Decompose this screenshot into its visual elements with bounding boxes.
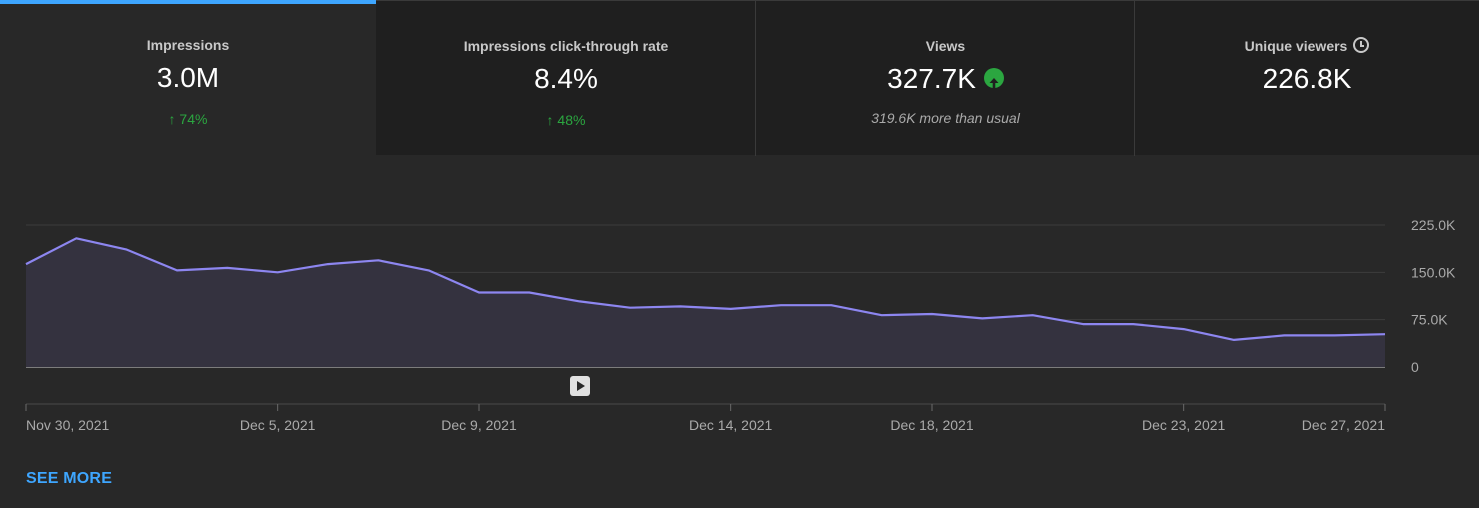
area-fill	[26, 238, 1385, 367]
data-point	[225, 266, 229, 270]
change-indicator: ↑ 48%	[546, 112, 586, 128]
data-point	[779, 303, 783, 307]
x-tick-label: Nov 30, 2021	[26, 417, 109, 433]
card-value: 8.4%	[534, 63, 598, 94]
card-label: Unique viewers	[1244, 38, 1348, 54]
data-point	[1383, 332, 1387, 336]
x-tick-label: Dec 5, 2021	[240, 417, 316, 433]
card-value: 327.7K	[887, 63, 976, 94]
data-point	[930, 312, 934, 316]
data-point	[1333, 333, 1337, 337]
play-button[interactable]	[570, 376, 590, 396]
data-point	[980, 316, 984, 320]
views-chart[interactable]: 0 75.0K 150.0K 225.0K Nov 30, 2021 Dec 5, 20…	[0, 155, 1479, 455]
x-tick-label: Dec 9, 2021	[441, 417, 517, 433]
card-label-row: Unique viewers	[1135, 37, 1479, 55]
y-tick-label: 0	[1411, 359, 1419, 375]
data-point	[175, 268, 179, 272]
data-point	[74, 236, 78, 240]
card-value: 226.8K	[1262, 63, 1352, 94]
impressions-card[interactable]: Impressions 3.0M ↑ 74%	[0, 0, 376, 155]
x-tick-label: Dec 27, 2021	[1302, 417, 1385, 433]
data-point	[276, 270, 280, 274]
unique-viewers-card[interactable]: Unique viewers 226.8K	[1135, 0, 1479, 155]
data-point	[1031, 313, 1035, 317]
data-point	[326, 262, 330, 266]
y-tick-label: 150.0K	[1411, 264, 1456, 280]
metric-cards: Impressions 3.0M ↑ 74% Impressions click…	[0, 0, 1479, 156]
change-indicator: ↑ 74%	[168, 111, 208, 127]
data-point	[578, 299, 582, 303]
data-point	[125, 248, 129, 252]
data-point	[427, 268, 431, 272]
up-arrow-circle-icon	[983, 67, 1004, 88]
card-value: 3.0M	[156, 62, 220, 93]
card-value-row: 327.7K	[756, 63, 1135, 95]
card-label: Impressions	[146, 37, 230, 53]
data-point	[527, 291, 531, 295]
data-point	[1131, 322, 1135, 326]
x-tick-label: Dec 18, 2021	[890, 417, 973, 433]
data-point	[1182, 327, 1186, 331]
views-card[interactable]: Views 327.7K 319.6K more than usual	[756, 0, 1135, 156]
y-tick-label: 225.0K	[1411, 217, 1456, 233]
clock-icon[interactable]	[1353, 37, 1370, 54]
card-label: Views	[925, 38, 966, 54]
data-point	[678, 304, 682, 308]
y-tick-label: 75.0K	[1411, 312, 1448, 328]
data-point	[1282, 333, 1286, 337]
data-point	[880, 313, 884, 317]
x-axis: Nov 30, 2021 Dec 5, 2021 Dec 9, 2021 Dec 14…	[25, 404, 1386, 433]
see-more-link[interactable]: SEE MORE	[26, 470, 112, 488]
y-axis: 0 75.0K 150.0K 225.0K	[1411, 217, 1456, 375]
data-point	[376, 258, 380, 262]
data-point	[628, 306, 632, 310]
data-point	[1232, 338, 1236, 342]
x-tick-label: Dec 14, 2021	[689, 417, 772, 433]
card-note: 319.6K more than usual	[871, 110, 1020, 126]
x-tick-label: Dec 23, 2021	[1142, 417, 1225, 433]
data-point	[729, 307, 733, 311]
selected-indicator	[0, 0, 376, 4]
data-point	[477, 291, 481, 295]
data-point	[829, 303, 833, 307]
ctr-card[interactable]: Impressions click-through rate 8.4% ↑ 48…	[376, 0, 756, 156]
card-label: Impressions click-through rate	[463, 38, 669, 54]
data-point	[24, 262, 28, 266]
data-point	[1081, 322, 1085, 326]
